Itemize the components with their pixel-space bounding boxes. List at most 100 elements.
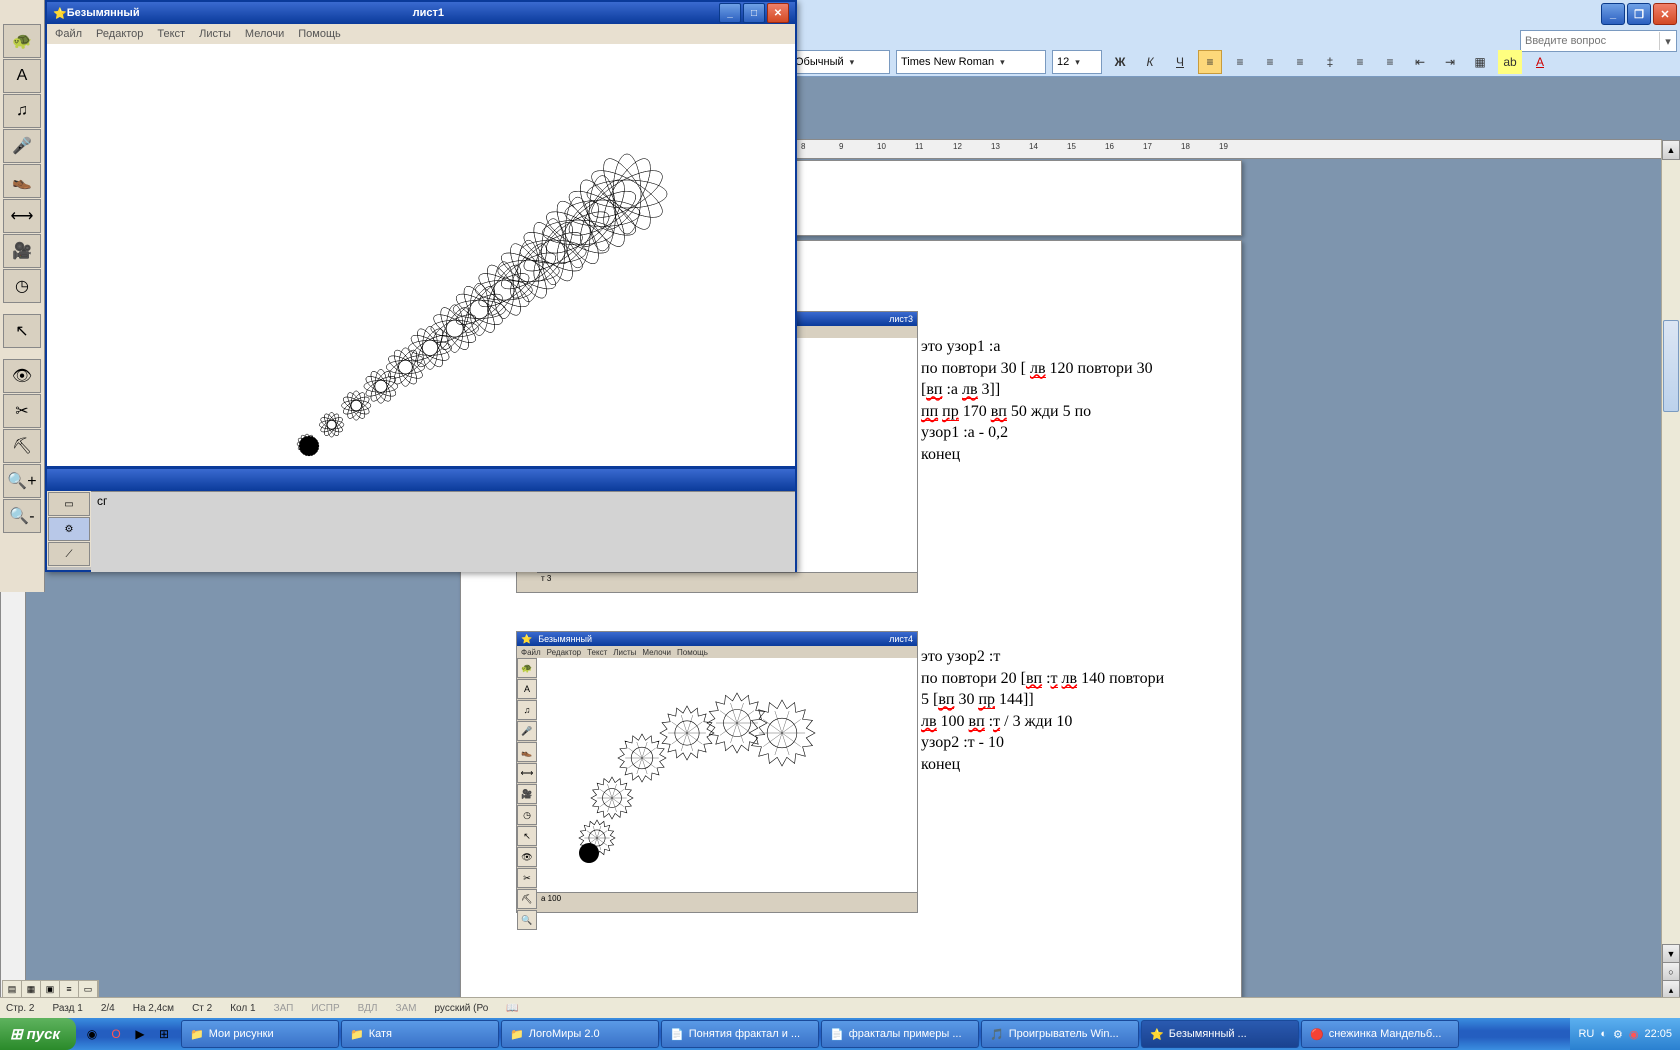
logo-cmd-tab1[interactable]: ▭ (48, 492, 90, 516)
ql-icon-4[interactable]: ⊞ (154, 1024, 174, 1044)
bulleted-list-button[interactable]: ≡ (1378, 50, 1402, 74)
start-button[interactable]: ⊞ пуск (0, 1018, 76, 1050)
tray-clock[interactable]: 22:05 (1644, 1028, 1672, 1040)
logo-menu-item[interactable]: Редактор (96, 28, 143, 40)
mic-tool-icon[interactable]: 🎤 (3, 129, 41, 163)
zoom-in-tool-icon[interactable]: 🔍+ (3, 464, 41, 498)
embed-tool-icon: 👞 (517, 742, 537, 762)
ql-icon-3[interactable]: ▶ (130, 1024, 150, 1044)
tray-icon-2[interactable]: ⚙ (1613, 1028, 1623, 1041)
audio-tool-icon[interactable]: ◷ (3, 269, 41, 303)
underline-button[interactable]: Ч (1168, 50, 1192, 74)
word-restore-button[interactable]: ❐ (1627, 3, 1651, 25)
help-search-dropdown-icon[interactable]: ▾ (1659, 32, 1676, 50)
embed2-cmd: а 100 (537, 892, 917, 912)
reading-view-button[interactable]: ▭ (79, 981, 98, 997)
word-vertical-scrollbar[interactable]: ▲ ▼ ○ ▴ ▾ (1661, 140, 1680, 1018)
bold-button[interactable]: Ж (1108, 50, 1132, 74)
ql-icon-2[interactable]: O (106, 1024, 126, 1044)
style-value: Обычный (795, 56, 844, 68)
increase-indent-button[interactable]: ⇥ (1438, 50, 1462, 74)
italic-button[interactable]: К (1138, 50, 1162, 74)
logo-cmd-tab2[interactable]: ⚙ (48, 517, 90, 541)
scissors-tool-icon[interactable]: ✂ (3, 394, 41, 428)
logo-canvas[interactable] (47, 44, 795, 469)
logo-menu-item[interactable]: Текст (157, 28, 185, 40)
shoe-tool-icon[interactable]: 👞 (3, 164, 41, 198)
align-center-button[interactable]: ≡ (1228, 50, 1252, 74)
zoom-out-tool-icon[interactable]: 🔍- (3, 499, 41, 533)
ql-icon-1[interactable]: ◉ (82, 1024, 102, 1044)
taskbar-task[interactable]: 📄Понятия фрактал и ... (661, 1020, 819, 1048)
formatting-toolbar: Обычный▾ Times New Roman▾ 12▾ Ж К Ч ≡ ≡ … (790, 50, 1552, 74)
code1-line2: по повтори 30 [ лв 120 повтори 30 (921, 358, 1221, 380)
taskbar-task[interactable]: 📁Мои рисунки (181, 1020, 339, 1048)
logo-cmd-tab3[interactable]: ⟋ (48, 542, 90, 566)
embed-tool-icon: ♫ (517, 700, 537, 720)
tray-icon-1[interactable]: ◐ (1600, 1028, 1607, 1040)
fontsize-selector[interactable]: 12▾ (1052, 50, 1102, 74)
outline-view-button[interactable]: ≡ (60, 981, 79, 997)
fontcolor-button[interactable]: A (1528, 50, 1552, 74)
music-tool-icon[interactable]: ♫ (3, 94, 41, 128)
status-spellcheck-icon[interactable]: 📖 (506, 1003, 518, 1014)
scroll-up-arrow[interactable]: ▲ (1662, 140, 1680, 160)
task-icon: 📄 (670, 1028, 684, 1041)
taskbar-task[interactable]: 🎵Проигрыватель Win... (981, 1020, 1139, 1048)
logo-cmd-toolbar: ▭ ⚙ ⟋ (47, 491, 92, 567)
scroll-thumb[interactable] (1663, 320, 1679, 412)
taskbar-task[interactable]: ⭐Безымянный ... (1141, 1020, 1299, 1048)
horizontal-ruler[interactable]: 8910111213141516171819 (790, 139, 1662, 159)
logo-titlebar[interactable]: ⭐ Безымянный лист1 _ □ ✕ (47, 2, 795, 24)
logo-menu-item[interactable]: Помощь (298, 28, 341, 40)
pointer-tool-icon[interactable]: ↖ (3, 314, 41, 348)
code1-line4: пп пр 170 вп 50 жди 5 по (921, 401, 1221, 423)
numbered-list-button[interactable]: ≡ (1348, 50, 1372, 74)
web-view-button[interactable]: ▦ (22, 981, 41, 997)
code-block-1: это узор1 :а по повтори 30 [ лв 120 повт… (921, 336, 1221, 466)
taskbar-task[interactable]: 📄фракталы примеры ... (821, 1020, 979, 1048)
help-search-box[interactable]: ▾ (1520, 30, 1677, 52)
scroll-object-select[interactable]: ○ (1662, 962, 1680, 982)
align-justify-button[interactable]: ≡ (1288, 50, 1312, 74)
logo-menu-item[interactable]: Листы (199, 28, 231, 40)
normal-view-button[interactable]: ▤ (3, 981, 22, 997)
embed2-toolbar: 🐢A♫🎤👞⟷🎥◷↖👁✂⛏🔍 (517, 658, 538, 912)
align-right-button[interactable]: ≡ (1258, 50, 1282, 74)
status-section: Разд 1 (52, 1003, 82, 1014)
font-selector[interactable]: Times New Roman▾ (896, 50, 1046, 74)
logo-minimize-button[interactable]: _ (719, 3, 741, 23)
video-tool-icon[interactable]: 🎥 (3, 234, 41, 268)
logo-menu-item[interactable]: Мелочи (245, 28, 284, 40)
decrease-indent-button[interactable]: ⇤ (1408, 50, 1432, 74)
logo-sheet-name: лист1 (413, 7, 444, 19)
turtle-tool-icon[interactable]: 🐢 (3, 24, 41, 58)
slider-tool-icon[interactable]: ⟷ (3, 199, 41, 233)
logo-close-button[interactable]: ✕ (767, 3, 789, 23)
logo-menu-item[interactable]: Файл (55, 28, 82, 40)
stamp-tool-icon[interactable]: ⛏ (3, 429, 41, 463)
help-search-input[interactable] (1521, 35, 1659, 47)
style-selector[interactable]: Обычный▾ (790, 50, 890, 74)
border-button[interactable]: ▦ (1468, 50, 1492, 74)
task-icon: 🎵 (990, 1028, 1004, 1041)
tray-lang[interactable]: RU (1578, 1028, 1594, 1040)
highlight-button[interactable]: ab (1498, 50, 1522, 74)
word-minimize-button[interactable]: _ (1601, 3, 1625, 25)
logo-maximize-button[interactable]: □ (743, 3, 765, 23)
text-tool-icon[interactable]: A (3, 59, 41, 93)
print-view-button[interactable]: ▣ (41, 981, 60, 997)
status-trk: ИСПР (311, 1003, 339, 1014)
taskbar-task[interactable]: 📁Катя (341, 1020, 499, 1048)
scroll-down-arrow[interactable]: ▼ (1662, 944, 1680, 964)
word-close-button[interactable]: ✕ (1653, 3, 1677, 25)
tray-icon-3[interactable]: ◉ (1629, 1028, 1639, 1041)
task-buttons: 📁Мои рисунки📁Катя📁ЛогоМиры 2.0📄Понятия ф… (180, 1020, 1460, 1048)
taskbar-task[interactable]: 🔴снежинка Мандельб... (1301, 1020, 1459, 1048)
logo-command-area[interactable]: сг (91, 491, 795, 572)
task-label: Безымянный ... (1169, 1028, 1247, 1040)
align-left-button[interactable]: ≡ (1198, 50, 1222, 74)
eye-tool-icon[interactable]: 👁 (3, 359, 41, 393)
taskbar-task[interactable]: 📁ЛогоМиры 2.0 (501, 1020, 659, 1048)
line-spacing-button[interactable]: ‡ (1318, 50, 1342, 74)
